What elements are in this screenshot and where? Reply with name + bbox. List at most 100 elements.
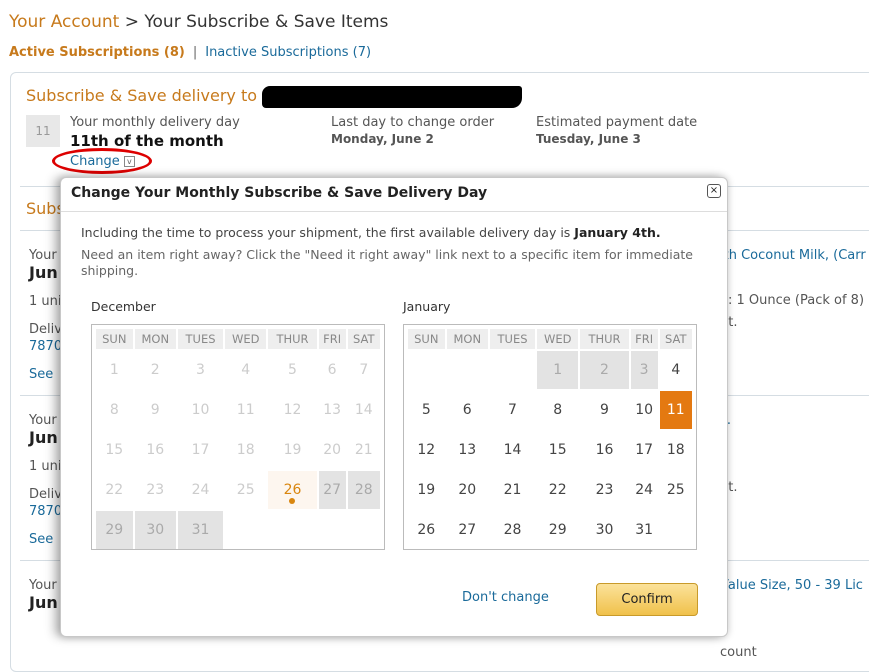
item-see-details-link[interactable]: See (29, 532, 53, 547)
calendar-day[interactable]: 27 (447, 511, 488, 549)
item-units: 1 uni (29, 459, 62, 474)
weekday-header: SAT (347, 329, 380, 349)
tab-active-subscriptions[interactable]: Active Subscriptions (8) (9, 45, 185, 60)
calendar-empty-cell (319, 511, 346, 549)
month-name-december: December (91, 299, 156, 314)
close-icon[interactable]: × (707, 184, 721, 198)
calendar-day: 29 (96, 511, 133, 549)
calendar-day[interactable]: 13 (447, 431, 488, 469)
calendar-day[interactable]: 17 (631, 431, 658, 469)
weekday-header: SUN (408, 329, 445, 349)
weekday-header: WED (537, 329, 579, 349)
item-delivery-label: Your (29, 248, 57, 263)
calendar-day[interactable]: 22 (537, 471, 578, 509)
weekday-header: SUN (96, 329, 133, 349)
calendar-day[interactable]: 6 (447, 391, 488, 429)
calendar-day[interactable]: 14 (490, 431, 535, 469)
calendar-day-selected[interactable]: 11 (659, 391, 692, 429)
calendar-day[interactable]: 9 (580, 391, 628, 429)
tab-inactive-subscriptions[interactable]: Inactive Subscriptions (7) (205, 45, 371, 60)
payment-date-value: Tuesday, June 3 (536, 132, 641, 146)
calendar-day-today: 26 (268, 471, 317, 509)
calendar-day[interactable]: 12 (408, 431, 445, 469)
calendar-day: 21 (354, 442, 373, 458)
calendar-empty-cell (225, 511, 266, 549)
weekday-header: TUES (489, 329, 536, 349)
calendar-day: 20 (323, 442, 342, 458)
weekday-header: THUR (268, 329, 317, 349)
weekday-header: FRI (318, 329, 346, 349)
calendar-day: 22 (105, 482, 124, 498)
calendar-day: 23 (146, 482, 165, 498)
item-order-link[interactable]: 7870 (29, 339, 62, 354)
calendar-day[interactable]: 30 (580, 511, 628, 549)
calendar-day: 11 (236, 402, 255, 418)
calendar-day[interactable]: 19 (408, 471, 445, 509)
your-account-link[interactable]: Your Account (9, 12, 119, 32)
calendar-day[interactable]: 15 (537, 431, 578, 469)
calendar-day: 18 (236, 442, 255, 458)
calendar-day: 3 (196, 362, 205, 378)
calendar-day[interactable]: 21 (490, 471, 535, 509)
item-product-link[interactable]: ith Coconut Milk, (Carr (720, 248, 866, 263)
calendar-day: 14 (354, 402, 373, 418)
monthly-day-label: Your monthly delivery day (70, 115, 240, 130)
calendar-empty-cell (408, 351, 445, 389)
item-order-link[interactable]: 7870 (29, 504, 62, 519)
calendar-day: 15 (105, 442, 124, 458)
weekday-header: TUES (177, 329, 224, 349)
change-delivery-day-dialog: Change Your Monthly Subscribe & Save Del… (60, 177, 728, 637)
redacted-address (262, 86, 522, 108)
calendar-day[interactable]: 8 (537, 391, 578, 429)
calendar-day[interactable]: 28 (490, 511, 535, 549)
calendar-day: 7 (359, 362, 369, 378)
weekday-header: MON (134, 329, 176, 349)
calendar-day[interactable]: 29 (537, 511, 578, 549)
last-day-label: Last day to change order (331, 115, 495, 130)
item-size: e: 1 Ounce (Pack of 8) (720, 293, 865, 308)
calendar-day: 3 (630, 351, 658, 389)
calendar-day: 4 (241, 362, 251, 378)
calendar-empty-cell (490, 351, 535, 389)
item-see-details-link[interactable]: See (29, 367, 53, 382)
calendar-day[interactable]: 26 (408, 511, 445, 549)
weekday-header: FRI (630, 329, 658, 349)
breadcrumb: Your Account > Your Subscribe & Save Ite… (9, 12, 388, 32)
need-it-right-away-text: Need an item right away? Click the "Need… (81, 247, 693, 278)
calendar-day: 13 (323, 402, 342, 418)
calendar-day: 5 (288, 362, 297, 378)
item-delivery-label: Your (29, 413, 57, 428)
calendar-day: 1 (109, 362, 119, 378)
calendar-day[interactable]: 24 (631, 471, 658, 509)
calendar-day[interactable]: 25 (660, 471, 692, 509)
calendar-day: 31 (177, 511, 224, 549)
calendar-day[interactable]: 4 (660, 351, 692, 389)
item-deliver-label: Deliv (29, 322, 62, 337)
calendar-day[interactable]: 18 (660, 431, 692, 469)
item-product-link[interactable]: Value Size, 50 - 39 Lic (720, 578, 863, 593)
calendar-day[interactable]: 23 (580, 471, 628, 509)
calendar-day[interactable]: 10 (631, 391, 658, 429)
confirm-button[interactable]: Confirm (596, 583, 698, 616)
calendar-day: 2 (580, 351, 629, 389)
item-delivery-date: Jun (29, 428, 58, 447)
calendar-day: 2 (150, 362, 160, 378)
calendar-empty-cell (268, 511, 316, 549)
calendar-empty-cell (660, 511, 692, 549)
calendar-empty-cell (447, 351, 488, 389)
breadcrumb-separator: > (124, 12, 139, 32)
calendar-day[interactable]: 31 (631, 511, 658, 549)
calendar-day: 19 (283, 442, 302, 458)
calendar-day[interactable]: 5 (408, 391, 445, 429)
calendar-day[interactable]: 16 (580, 431, 628, 469)
calendar-day[interactable]: 20 (447, 471, 488, 509)
calendar-january: SUN MON TUES WED THUR FRI SAT 1 2 3 4 5 6 7 8 9 10 11 12 13… (403, 324, 697, 550)
calendar-day: 9 (150, 402, 160, 418)
calendar-day: 8 (109, 402, 119, 418)
payment-date-label: Estimated payment date (536, 115, 698, 130)
red-annotation-circle (52, 148, 152, 174)
dont-change-link[interactable]: Don't change (462, 590, 549, 605)
calendar-day: 30 (134, 511, 176, 549)
item-count: count (720, 645, 757, 660)
calendar-day[interactable]: 7 (490, 391, 535, 429)
